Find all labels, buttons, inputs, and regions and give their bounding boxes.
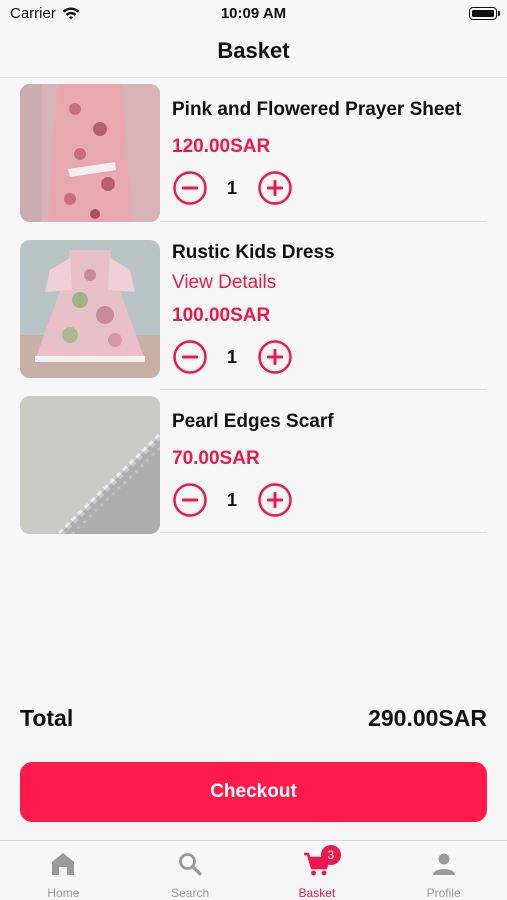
tab-label: Home <box>47 886 80 900</box>
increase-quantity-button[interactable] <box>258 171 292 205</box>
quantity-value: 1 <box>226 178 237 198</box>
tab-label: Search <box>171 886 210 900</box>
checkout-button[interactable]: Checkout <box>20 762 487 822</box>
tab-basket[interactable]: 3 Basket <box>254 841 381 900</box>
basket-list: Pink and Flowered Prayer Sheet 120.00SAR… <box>0 78 507 534</box>
tab-home[interactable]: Home <box>0 841 127 900</box>
decrease-quantity-button[interactable] <box>173 340 207 374</box>
product-name[interactable]: Pink and Flowered Prayer Sheet <box>172 99 461 121</box>
profile-icon <box>431 851 457 879</box>
tab-search[interactable]: Search <box>127 841 254 900</box>
search-icon <box>177 851 203 879</box>
product-price: 70.00SAR <box>172 448 260 469</box>
product-image-prayer-sheet[interactable] <box>20 84 160 222</box>
product-price: 100.00SAR <box>172 305 271 326</box>
nav-header: Basket <box>0 30 507 78</box>
tab-bar: Home Search 3 Basket Profile <box>0 840 507 900</box>
increase-quantity-button[interactable] <box>258 340 292 374</box>
tab-label: Basket <box>298 886 336 900</box>
quantity-value: 1 <box>226 347 237 367</box>
total-label: Total <box>20 705 74 731</box>
view-details-link[interactable]: View Details <box>172 272 276 294</box>
basket-item: Rustic Kids Dress View Details 100.00SAR… <box>0 222 507 390</box>
basket-item: Pink and Flowered Prayer Sheet 120.00SAR… <box>0 78 507 222</box>
quantity-value: 1 <box>226 490 237 510</box>
product-name[interactable]: Pearl Edges Scarf <box>172 411 334 433</box>
product-image-kids-dress[interactable] <box>20 240 160 378</box>
status-bar: Carrier 10:09 AM <box>0 0 507 30</box>
status-time: 10:09 AM <box>220 5 287 22</box>
decrease-quantity-button[interactable] <box>173 483 207 517</box>
battery-icon <box>469 7 500 20</box>
product-name[interactable]: Rustic Kids Dress <box>172 242 335 264</box>
cart-icon: 3 <box>303 845 341 879</box>
total-value: 290.00SAR <box>368 705 487 731</box>
page-title: Basket <box>217 38 290 63</box>
basket-item: Pearl Edges Scarf 70.00SAR 1 <box>0 390 507 534</box>
item-divider <box>160 532 487 533</box>
tab-label: Profile <box>426 886 461 900</box>
product-price: 120.00SAR <box>172 136 271 157</box>
increase-quantity-button[interactable] <box>258 483 292 517</box>
product-image-scarf[interactable] <box>20 396 160 534</box>
tab-profile[interactable]: Profile <box>380 841 507 900</box>
home-icon <box>50 851 76 879</box>
decrease-quantity-button[interactable] <box>173 171 207 205</box>
cart-count-badge: 3 <box>320 845 341 865</box>
